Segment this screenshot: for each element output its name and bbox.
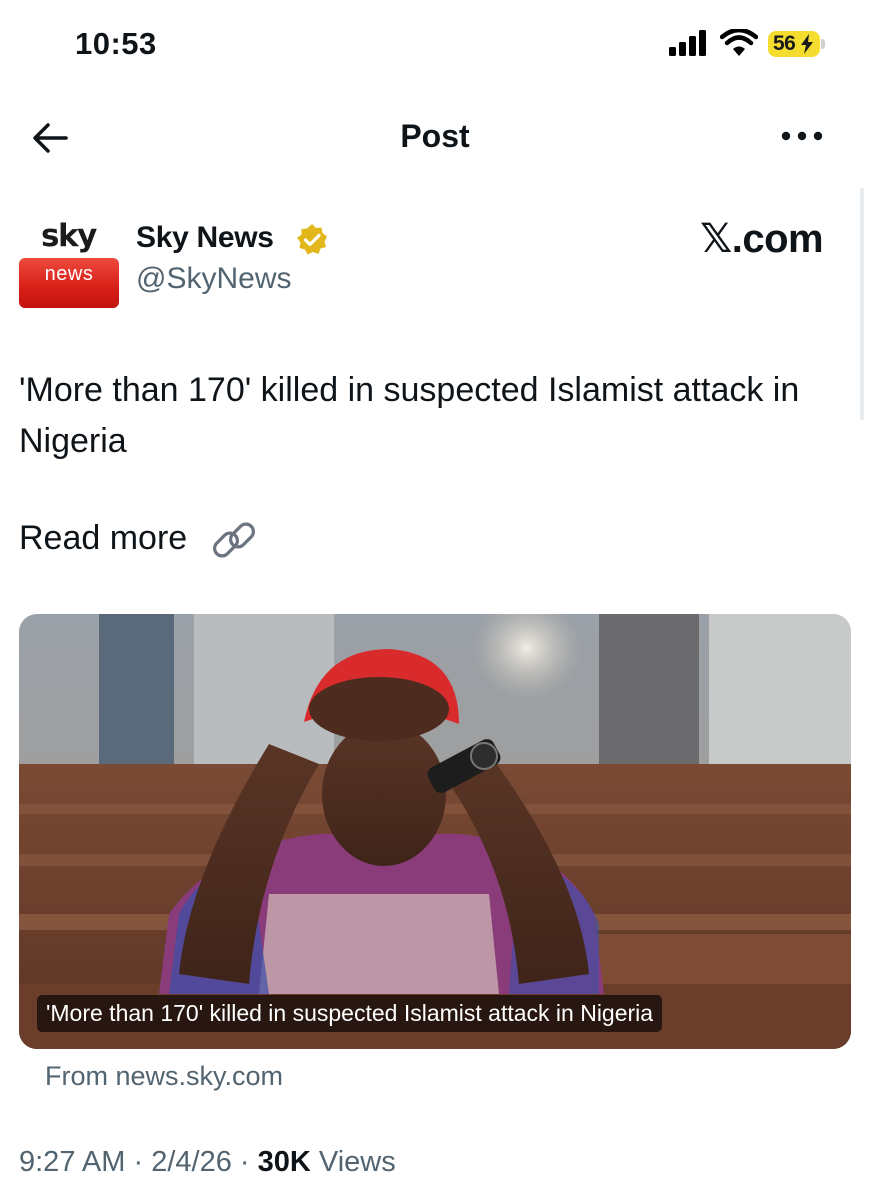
card-source[interactable]: From news.sky.com <box>45 1061 283 1092</box>
avatar[interactable]: sky news <box>19 218 119 308</box>
page-title: Post <box>400 118 470 154</box>
scroll-indicator <box>860 188 864 420</box>
link-card[interactable]: 'More than 170' killed in suspected Isla… <box>19 614 851 1049</box>
battery-indicator: 56 <box>768 31 820 57</box>
x-com-logo: 𝕏.com <box>700 217 824 261</box>
read-more-text: Read more <box>19 519 188 557</box>
cellular-signal-icon <box>669 30 706 56</box>
card-caption: 'More than 170' killed in suspected Isla… <box>37 995 663 1032</box>
status-time: 10:53 <box>75 26 157 61</box>
avatar-sky-text: sky <box>41 218 97 254</box>
views-count: 30K <box>257 1146 311 1178</box>
avatar-news-text: news <box>44 263 94 285</box>
post-text: 'More than 170' killed in suspected Isla… <box>19 371 800 460</box>
post-meta: 9:27 AM · 2/4/26 · 30K Views <box>19 1146 396 1179</box>
wifi-icon <box>720 29 758 56</box>
verified-badge-icon[interactable] <box>294 222 330 258</box>
card-image <box>19 614 851 1049</box>
meta-separator: · <box>239 1146 250 1178</box>
post-header: Post <box>0 100 870 175</box>
views-label: Views <box>318 1146 396 1178</box>
battery-level: 56 <box>773 32 796 55</box>
more-horizontal-icon[interactable] <box>778 126 826 146</box>
post-date: 2/4/26 <box>151 1146 232 1178</box>
charging-bolt-icon <box>801 34 813 54</box>
avatar-news-box: news <box>19 258 119 308</box>
status-bar: 10:53 56 <box>0 0 870 90</box>
author-name[interactable]: Sky News <box>136 221 274 255</box>
battery-tip <box>821 39 825 49</box>
meta-separator: · <box>133 1146 144 1178</box>
post-time: 9:27 AM <box>19 1146 126 1178</box>
author-handle[interactable]: @SkyNews <box>136 262 291 296</box>
link-chain-icon[interactable] <box>209 515 259 565</box>
